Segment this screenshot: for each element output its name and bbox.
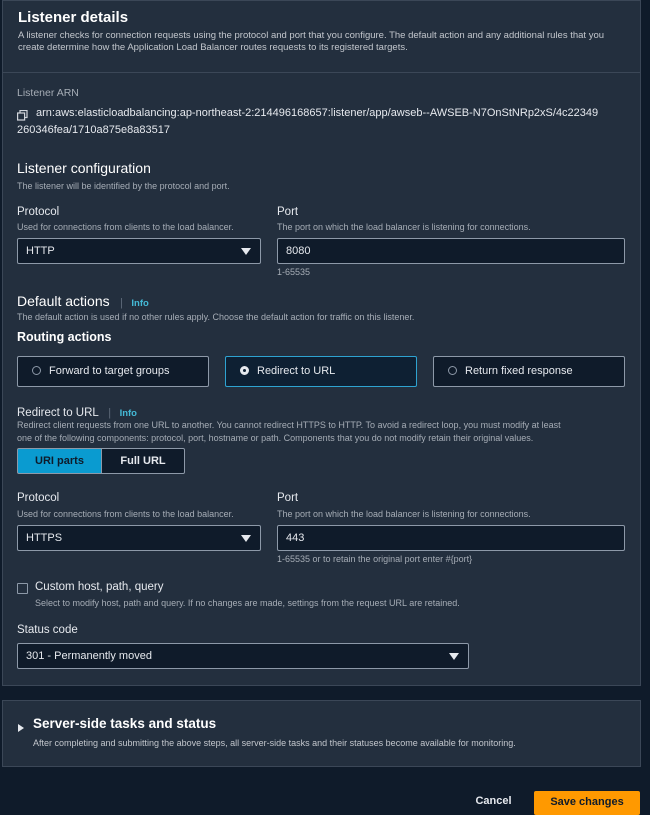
radio-return-fixed-response[interactable]: Return fixed response (433, 356, 625, 387)
segment-full-url[interactable]: Full URL (101, 448, 185, 474)
server-side-panel (2, 700, 641, 767)
port-hint: 1-65535 (277, 267, 311, 277)
port-input-value: 8080 (286, 245, 311, 257)
listener-arn-value-cont: 260346fea/1710a875e8a83517 (17, 124, 170, 136)
protocol-select-value: HTTP (26, 245, 55, 257)
separator: | (108, 407, 112, 419)
radio-button-icon (448, 366, 457, 375)
default-actions-heading: Default actions | Info (17, 293, 149, 311)
listener-arn-value: arn:aws:elasticloadbalancing:ap-northeas… (36, 107, 599, 119)
listener-configuration-description: The listener will be identified by the p… (17, 181, 230, 191)
default-actions-description: The default action is used if no other r… (17, 312, 415, 322)
redirect-description: Redirect client requests from one URL to… (17, 419, 561, 444)
segment-uri-parts[interactable]: URI parts (17, 448, 102, 474)
custom-host-label: Custom host, path, query (35, 581, 164, 593)
radio-redirect-label: Redirect to URL (257, 365, 336, 377)
radio-redirect-to-url[interactable]: Redirect to URL (225, 356, 417, 387)
default-actions-title: Default actions (17, 293, 110, 309)
custom-host-description: Select to modify host, path and query. I… (35, 598, 460, 608)
protocol-label: Protocol (17, 206, 60, 218)
listener-arn-label: Listener ARN (17, 87, 79, 99)
status-code-label: Status code (17, 624, 78, 636)
redirect-description-line: one of the following components: protoco… (17, 432, 534, 443)
cancel-button[interactable]: Cancel (466, 795, 521, 807)
server-side-description: After completing and submitting the abov… (33, 738, 516, 748)
radio-fixed-label: Return fixed response (465, 365, 573, 377)
redirect-port-description: The port on which the load balancer is l… (277, 509, 531, 519)
caret-down-icon (241, 535, 251, 542)
redirect-title: Redirect to URL (17, 407, 99, 419)
redirect-protocol-label: Protocol (17, 492, 60, 504)
caret-down-icon (449, 653, 459, 660)
redirect-protocol-select[interactable]: HTTPS (17, 525, 261, 551)
server-side-title[interactable]: Server-side tasks and status (33, 716, 216, 731)
default-actions-info-link[interactable]: Info (131, 298, 148, 309)
separator: | (120, 297, 123, 309)
redirect-port-label: Port (277, 492, 299, 504)
listener-details-header: Listener details A listener checks for c… (3, 1, 640, 73)
expand-triangle-icon[interactable] (17, 720, 25, 732)
listener-details-description: A listener checks for connection request… (18, 30, 605, 53)
radio-forward-target-groups[interactable]: Forward to target groups (17, 356, 209, 387)
radio-button-icon (32, 366, 41, 375)
port-description: The port on which the load balancer is l… (277, 222, 531, 232)
redirect-port-hint: 1-65535 or to retain the original port e… (277, 554, 473, 564)
copy-icon[interactable] (17, 108, 28, 121)
redirect-port-value: 443 (286, 532, 305, 544)
redirect-description-line: Redirect client requests from one URL to… (17, 420, 561, 430)
listener-configuration-title: Listener configuration (17, 160, 151, 176)
redirect-info-link[interactable]: Info (120, 408, 137, 419)
redirect-port-input[interactable]: 443 (277, 525, 625, 551)
caret-down-icon (241, 248, 251, 255)
radio-button-selected-icon (240, 366, 249, 375)
protocol-description: Used for connections from clients to the… (17, 222, 234, 232)
redirect-protocol-description: Used for connections from clients to the… (17, 509, 234, 519)
redirect-protocol-value: HTTPS (26, 532, 63, 544)
radio-forward-label: Forward to target groups (49, 365, 170, 377)
protocol-select[interactable]: HTTP (17, 238, 261, 264)
custom-host-checkbox[interactable] (17, 583, 28, 594)
port-input[interactable]: 8080 (277, 238, 625, 264)
routing-actions-title: Routing actions (17, 330, 112, 344)
status-code-value: 301 - Permanently moved (26, 650, 152, 662)
status-code-select[interactable]: 301 - Permanently moved (17, 643, 469, 669)
listener-details-title: Listener details (18, 9, 129, 26)
port-label: Port (277, 206, 299, 218)
save-changes-button[interactable]: Save changes (534, 791, 640, 815)
